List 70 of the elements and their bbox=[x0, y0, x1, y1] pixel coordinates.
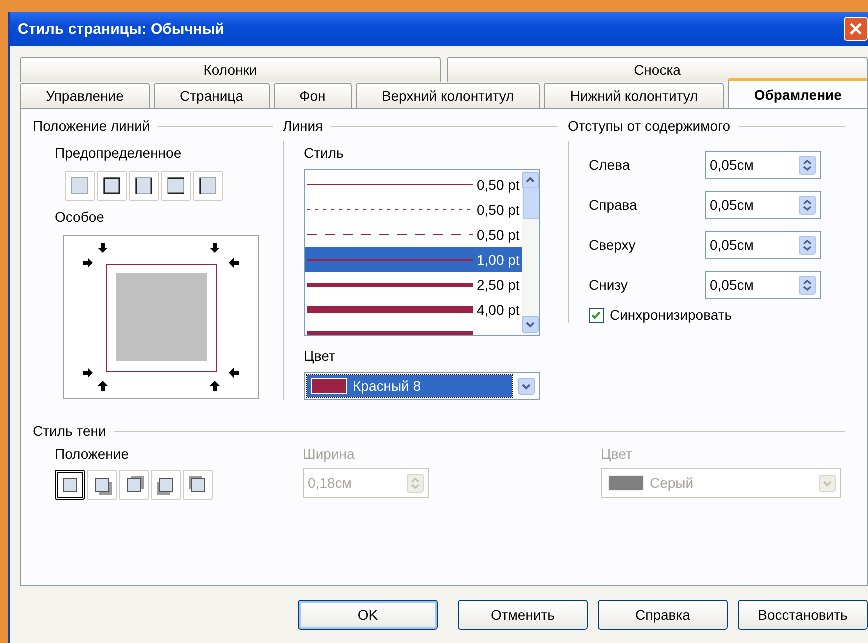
border-preset-icon bbox=[166, 176, 186, 196]
border-preset-icon bbox=[102, 176, 122, 196]
line-style-item[interactable]: 0,50 pt bbox=[305, 222, 522, 247]
scroll-down-icon[interactable] bbox=[522, 316, 539, 333]
close-button[interactable] bbox=[844, 17, 868, 41]
border-preset-button[interactable] bbox=[97, 171, 127, 201]
spin-field[interactable]: 0,05см bbox=[705, 231, 821, 259]
spin-field[interactable]: 0,05см bbox=[705, 191, 821, 219]
section-title: Положение линий bbox=[33, 118, 150, 134]
tab[interactable]: Колонки bbox=[20, 57, 441, 82]
line-style-item[interactable]: 1,00 pt bbox=[305, 247, 522, 272]
tab[interactable]: Верхний колонтитул bbox=[356, 83, 540, 108]
field-label: Снизу bbox=[589, 277, 629, 293]
spin-field[interactable]: 0,05см bbox=[705, 151, 821, 179]
line-sample-icon bbox=[307, 304, 473, 314]
dropdown-value: Серый bbox=[650, 475, 694, 491]
field-label: Ширина bbox=[303, 446, 356, 462]
line-style-item[interactable]: 0,50 pt bbox=[305, 197, 522, 222]
field-label: Особое bbox=[55, 209, 104, 225]
field-label: Цвет bbox=[304, 348, 336, 364]
border-preset-button[interactable] bbox=[129, 171, 159, 201]
border-preset-button[interactable] bbox=[161, 171, 191, 201]
field-label: Слева bbox=[589, 157, 632, 173]
section-title: Линия bbox=[283, 118, 324, 134]
dialog-button[interactable]: Справка bbox=[598, 600, 728, 630]
scroll-up-icon[interactable] bbox=[522, 172, 539, 189]
line-style-item[interactable]: 4,00 pt bbox=[305, 297, 522, 322]
line-style-list[interactable]: 0,50 pt 0,50 pt 0,50 pt 1,00 pt 2,50 pt 4,00 pt bbox=[304, 169, 540, 336]
shadow-position-icon bbox=[124, 475, 144, 495]
tab[interactable]: Сноска bbox=[447, 57, 868, 82]
tab[interactable]: Управление bbox=[20, 83, 150, 108]
shadow-position-icon bbox=[156, 475, 176, 495]
spin-arrows-icon bbox=[799, 276, 816, 294]
tab[interactable]: Обрамление bbox=[728, 78, 868, 108]
section-title: Стиль тени bbox=[33, 423, 106, 439]
spin-arrows-icon bbox=[799, 156, 816, 174]
dialog-button[interactable]: Отменить bbox=[458, 600, 588, 630]
scrollbar[interactable] bbox=[522, 170, 539, 335]
field-label: Сверху bbox=[589, 237, 637, 253]
dropdown-value: Красный 8 bbox=[353, 378, 422, 394]
border-preview[interactable] bbox=[63, 235, 259, 399]
tab[interactable]: Страница bbox=[154, 83, 270, 108]
tab[interactable]: Фон bbox=[274, 83, 352, 108]
field-label: Предопределенное bbox=[55, 145, 182, 161]
dialog-button[interactable]: OK bbox=[298, 600, 438, 630]
tab[interactable]: Нижний колонтитул bbox=[544, 83, 724, 108]
color-dropdown[interactable]: Красный 8 bbox=[304, 372, 540, 400]
checkbox-label: Синхронизировать bbox=[610, 307, 732, 323]
border-preset-icon bbox=[134, 176, 154, 196]
border-preset-icon bbox=[70, 176, 90, 196]
spin-arrows-icon bbox=[799, 236, 816, 254]
line-style-item[interactable]: 2,50 pt bbox=[305, 272, 522, 297]
close-icon bbox=[849, 22, 863, 36]
shadow-position-icon bbox=[60, 475, 80, 495]
dialog-button[interactable]: Восстановить bbox=[738, 600, 868, 630]
spin-arrows-icon bbox=[407, 474, 424, 492]
spin-arrows-icon bbox=[799, 196, 816, 214]
section-title: Отступы от содержимого bbox=[568, 118, 731, 134]
shadow-position-icon bbox=[92, 475, 112, 495]
scroll-thumb[interactable] bbox=[523, 186, 539, 218]
field-label: Цвет bbox=[601, 446, 634, 462]
checkbox[interactable] bbox=[589, 308, 604, 322]
border-preset-icon bbox=[198, 176, 218, 196]
line-style-item[interactable]: 0,50 pt bbox=[305, 172, 522, 197]
shadow-position-icon bbox=[188, 475, 208, 495]
window-title: Стиль страницы: Обычный bbox=[18, 20, 225, 38]
spin-field[interactable]: 0,05см bbox=[705, 271, 821, 299]
field-label: Справа bbox=[589, 197, 638, 213]
field-label: Стиль bbox=[304, 145, 344, 161]
field-label: Положение bbox=[55, 446, 130, 462]
